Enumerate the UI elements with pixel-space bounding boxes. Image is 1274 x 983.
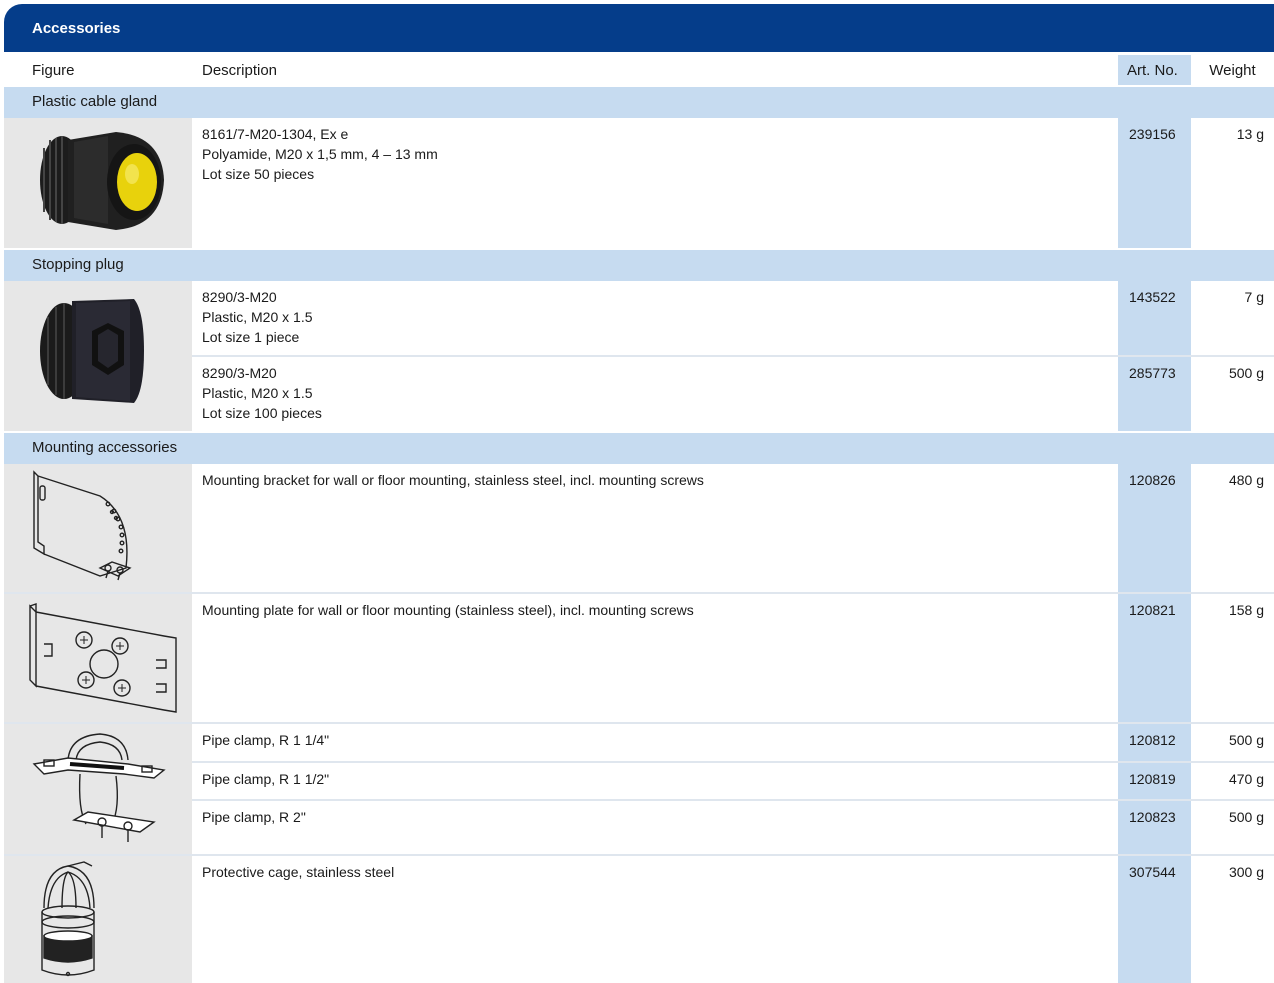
row-description: 8161/7-M20-1304, Ex e Polyamide, M20 x 1…: [202, 126, 438, 182]
mounting-plate-drawing: [4, 594, 192, 722]
cable-gland-image: [4, 118, 192, 248]
mounting-bracket-drawing: [4, 464, 192, 592]
row-description: Pipe clamp, R 2": [202, 809, 306, 825]
row-weight: 500 g: [1228, 732, 1264, 748]
header-description: Description: [202, 62, 278, 79]
row-weight: 300 g: [1228, 864, 1264, 880]
row-description: Pipe clamp, R 1 1/4": [202, 732, 330, 748]
row-art-no: 120821: [1129, 602, 1176, 618]
row-art-no: 120823: [1129, 809, 1176, 825]
header-figure: Figure: [32, 62, 75, 79]
row-art-no: 120819: [1129, 771, 1176, 787]
row-weight: 13 g: [1236, 126, 1264, 142]
section-header: Plastic cable gland: [4, 87, 1274, 118]
section-header: Stopping plug: [4, 250, 1274, 281]
row-description: Mounting plate for wall or floor mountin…: [202, 602, 694, 618]
header-art-no: Art. No.: [1118, 55, 1191, 85]
row-art-no: 120826: [1129, 472, 1176, 488]
row-weight: 500 g: [1228, 809, 1264, 825]
row-weight: 158 g: [1228, 602, 1264, 618]
row-weight: 7 g: [1244, 289, 1264, 305]
row-description: Protective cage, stainless steel: [202, 864, 395, 880]
header-weight: Weight: [1209, 62, 1256, 79]
table-title: Accessories: [4, 4, 1274, 52]
row-weight: 480 g: [1228, 472, 1264, 488]
section-header: Mounting accessories: [4, 433, 1274, 464]
row-art-no: 307544: [1129, 864, 1176, 880]
protective-cage-drawing: [4, 856, 192, 983]
row-art-no: 120812: [1129, 732, 1176, 748]
pipe-clamp-drawing: [4, 724, 192, 854]
row-art-no: 239156: [1129, 126, 1176, 142]
row-weight: 500 g: [1228, 365, 1264, 381]
row-description: 8290/3-M20 Plastic, M20 x 1.5 Lot size 1…: [202, 365, 322, 421]
stopping-plug-image: [4, 281, 192, 431]
row-description: Pipe clamp, R 1 1/2": [202, 771, 330, 787]
row-weight: 470 g: [1228, 771, 1264, 787]
row-art-no: 285773: [1129, 365, 1176, 381]
row-description: Mounting bracket for wall or floor mount…: [202, 472, 704, 488]
row-art-no: 143522: [1129, 289, 1176, 305]
row-description: 8290/3-M20 Plastic, M20 x 1.5 Lot size 1…: [202, 289, 313, 345]
